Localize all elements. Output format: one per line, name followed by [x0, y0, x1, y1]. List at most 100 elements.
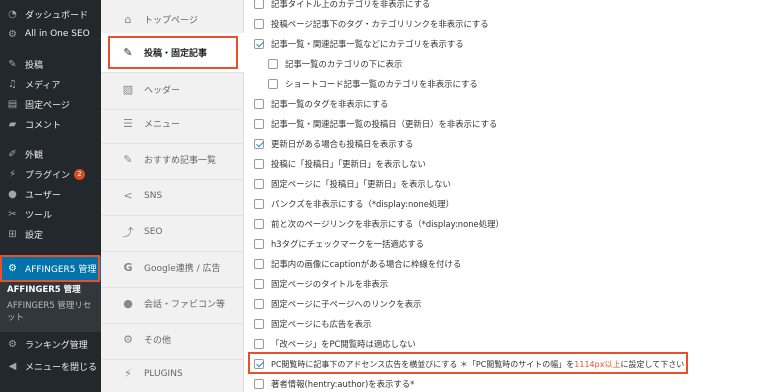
checkbox[interactable]: [254, 39, 264, 49]
checkbox[interactable]: [254, 0, 264, 9]
menu-settings[interactable]: ⊞ 設定: [0, 224, 101, 244]
option-label: PC閲覧時に記事下のアドセンス広告を横並びにする ＊「PC閲覧時のサイトの幅」を: [271, 359, 575, 369]
menu-dashboard[interactable]: ◔ ダッシュボード: [0, 4, 101, 24]
option-row[interactable]: 固定ページに「投稿日」「更新日」を表示しない: [254, 176, 451, 192]
checkbox[interactable]: [254, 339, 264, 349]
menu-users-label: ユーザー: [25, 190, 61, 201]
option-row-adsense-side-by-side[interactable]: PC閲覧時に記事下のアドセンス広告を横並びにする ＊「PC閲覧時のサイトの幅」を…: [254, 356, 684, 372]
page-icon: ▤: [7, 98, 18, 110]
settings-icon: ⊞: [8, 228, 17, 240]
checkbox[interactable]: [254, 219, 264, 229]
checkbox[interactable]: [254, 179, 264, 189]
checkbox[interactable]: [254, 319, 264, 329]
tab-conversation[interactable]: ● 会話・ファビコン等: [101, 284, 244, 324]
tab-google[interactable]: G Google連携 / 広告: [101, 248, 244, 288]
tab-label: SEO: [144, 226, 163, 237]
menu-ranking[interactable]: ⚙ ランキング管理: [0, 334, 101, 354]
checkbox[interactable]: [254, 99, 264, 109]
checkbox[interactable]: [268, 59, 278, 69]
menu-plugins[interactable]: ⚡ プラグイン 2: [0, 164, 101, 184]
option-row[interactable]: 記事一覧のタグを非表示にする: [254, 96, 388, 112]
checkbox[interactable]: [254, 379, 264, 389]
option-row[interactable]: ショートコード記事一覧のカテゴリを非表示にする: [268, 76, 478, 92]
menu-tools[interactable]: ✂ ツール: [0, 204, 101, 224]
option-row[interactable]: 著者情報(hentry:author)を表示する*: [254, 376, 414, 392]
gear-icon: ⚙: [8, 262, 17, 274]
option-label: 記事一覧・関連記事一覧の投稿日（更新日）を非表示にする: [271, 119, 498, 129]
pin-icon: ✎: [8, 58, 17, 70]
checkbox[interactable]: [254, 299, 264, 309]
checkbox[interactable]: [254, 19, 264, 29]
checkbox[interactable]: [254, 359, 264, 369]
submenu-reset-line1[interactable]: AFFINGER5 管理リセ: [7, 300, 91, 312]
checkbox[interactable]: [254, 279, 264, 289]
checkbox[interactable]: [254, 199, 264, 209]
image-icon: ▨: [122, 83, 134, 96]
tab-seo[interactable]: ⤴ SEO: [101, 212, 244, 252]
option-row[interactable]: 固定ページのタイトルを非表示: [254, 276, 388, 292]
option-row[interactable]: 記事一覧のカテゴリの下に表示: [268, 56, 402, 72]
option-label: ショートコード記事一覧のカテゴリを非表示にする: [285, 79, 478, 89]
option-label: 固定ページに「投稿日」「更新日」を表示しない: [271, 179, 451, 189]
option-label: 投稿に「投稿日」「更新日」を表示しない: [271, 159, 426, 169]
option-label: h3タグにチェックマークを一括適応する: [271, 239, 425, 249]
option-label: 固定ページにも広告を表示: [271, 319, 372, 329]
menu-dashboard-label: ダッシュボード: [25, 10, 89, 21]
menu-all-in-one-seo[interactable]: ⚙ All in One SEO: [0, 24, 101, 44]
option-row[interactable]: 固定ページにも広告を表示: [254, 316, 371, 332]
tab-label: ヘッダー: [144, 86, 181, 96]
tab-other[interactable]: ⚙ その他: [101, 320, 244, 360]
checkbox[interactable]: [254, 139, 264, 149]
option-row[interactable]: 投稿に「投稿日」「更新日」を表示しない: [254, 156, 426, 172]
tab-menu[interactable]: ☰ メニュー: [101, 104, 244, 144]
tab-recommended[interactable]: ✎ おすすめ記事一覧: [101, 140, 244, 180]
menu-media[interactable]: ♫ メディア: [0, 74, 101, 94]
submenu-reset-line2[interactable]: ット: [7, 312, 24, 324]
tab-sns[interactable]: < SNS: [101, 176, 244, 216]
option-row[interactable]: 更新日がある場合も投稿日を表示する: [254, 136, 413, 152]
menu-collapse[interactable]: ◀ メニューを閉じる: [0, 356, 101, 376]
menu-affinger5[interactable]: ⚙ AFFINGER5 管理: [0, 256, 101, 280]
option-row[interactable]: h3タグにチェックマークを一括適応する: [254, 236, 424, 252]
checkbox[interactable]: [254, 259, 264, 269]
user-icon: ●: [8, 188, 17, 200]
menu-allinone-label: All in One SEO: [25, 29, 90, 39]
menu-collapse-label: メニューを閉じる: [25, 362, 98, 373]
menu-posts[interactable]: ✎ 投稿: [0, 54, 101, 74]
checkbox[interactable]: [254, 119, 264, 129]
option-label: 更新日がある場合も投稿日を表示する: [271, 139, 414, 149]
option-label: 固定ページに子ページへのリンクを表示: [271, 299, 422, 309]
option-label: 記事一覧・関連記事一覧などにカテゴリを表示する: [271, 39, 464, 49]
wrench-icon: ✂: [8, 208, 17, 220]
submenu-affinger5[interactable]: AFFINGER5 管理: [7, 284, 81, 296]
tab-label: PLUGINS: [144, 368, 183, 379]
menu-settings-label: 設定: [25, 230, 44, 241]
menu-appearance[interactable]: ✐ 外観: [0, 144, 101, 164]
option-row[interactable]: 記事一覧・関連記事一覧などにカテゴリを表示する: [254, 36, 464, 52]
tab-posts-pages[interactable]: ✎ 投稿・固定記事: [101, 33, 244, 73]
share-icon: <: [123, 189, 133, 202]
option-row[interactable]: 前と次のページリンクを非表示にする（*display:none処理）: [254, 216, 504, 232]
option-row[interactable]: 「改ページ」をPC閲覧時は適応しない: [254, 336, 416, 352]
checkbox[interactable]: [254, 239, 264, 249]
option-row[interactable]: 投稿ページ記事下のタグ・カテゴリリンクを非表示にする: [254, 16, 489, 32]
checkbox[interactable]: [254, 159, 264, 169]
option-label: 記事内の画像にcaptionがある場合に枠線を付ける: [271, 259, 462, 269]
option-row[interactable]: 記事一覧・関連記事一覧の投稿日（更新日）を非表示にする: [254, 116, 497, 132]
gear-icon: ⚙: [8, 338, 17, 350]
plug-icon: ⚡: [124, 367, 132, 380]
chart-icon: ⤴: [122, 225, 134, 239]
menu-appearance-label: 外観: [25, 150, 44, 161]
option-row[interactable]: パンクズを非表示にする（*display:none処理）: [254, 196, 454, 212]
menu-comments[interactable]: ▰ コメント: [0, 114, 101, 134]
option-row[interactable]: 固定ページに子ページへのリンクを表示: [254, 296, 421, 312]
checkbox[interactable]: [268, 79, 278, 89]
option-row[interactable]: 記事タイトル上のカテゴリを非表示にする: [254, 0, 430, 12]
affinger5-submenu: AFFINGER5 管理 AFFINGER5 管理リセ ット: [0, 280, 101, 332]
tab-label: メニュー: [144, 120, 181, 130]
menu-users[interactable]: ● ユーザー: [0, 184, 101, 204]
option-row[interactable]: 記事内の画像にcaptionがある場合に枠線を付ける: [254, 256, 461, 272]
tab-plugins[interactable]: ⚡ PLUGINS: [101, 355, 244, 392]
gear-icon: ⚙: [8, 28, 17, 40]
menu-pages[interactable]: ▤ 固定ページ: [0, 94, 101, 114]
